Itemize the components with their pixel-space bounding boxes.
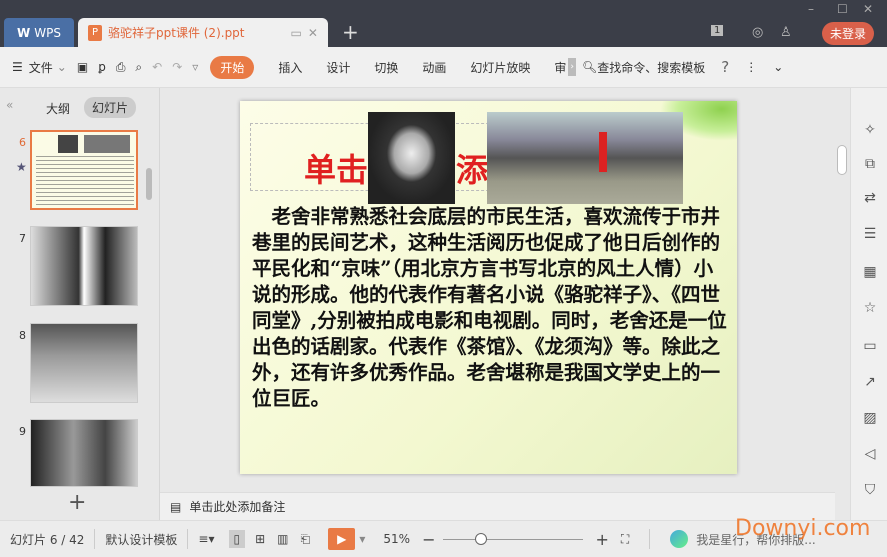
slide-body-text[interactable]: 老舍非常熟悉社会底层的市民生活，喜欢流传于市井巷里的民间艺术，这种生活阅历也促成… bbox=[252, 204, 730, 412]
search-icon[interactable]: 🔍︎ bbox=[582, 60, 597, 74]
notes-bar[interactable]: ▤ 单击此处添加备注 bbox=[160, 492, 835, 520]
normal-view-icon[interactable]: ▯ bbox=[228, 530, 246, 548]
tab-start[interactable]: 开始 bbox=[210, 55, 255, 79]
animation-star-icon: ★ bbox=[16, 160, 27, 174]
audio-icon[interactable]: ◁ bbox=[861, 446, 879, 464]
wps-logo-icon: W bbox=[17, 25, 31, 40]
slide-canvas[interactable]: 单击 添 老舍非常熟悉社会底层的市民生活，喜欢流传于市井巷里的民间艺术，这种生活… bbox=[240, 101, 737, 474]
sorter-view-icon[interactable]: ⊞ bbox=[255, 532, 265, 546]
scroll-tabs-right[interactable]: › bbox=[568, 58, 577, 76]
undo-icon[interactable]: ↶ bbox=[152, 60, 162, 74]
slide-thumbnail-8[interactable] bbox=[30, 323, 138, 403]
close-tab-icon[interactable]: ✕ bbox=[308, 26, 318, 40]
slide-thumbnail-7[interactable] bbox=[30, 226, 138, 306]
slide-panel: « 大纲 幻灯片 6 ★ 7 8 9 + bbox=[0, 88, 160, 520]
slide-number: 8 bbox=[19, 329, 26, 342]
print-icon[interactable]: ⎙ bbox=[116, 60, 126, 75]
search-command[interactable]: 查找命令、搜索模板 bbox=[597, 59, 705, 76]
file-menu[interactable]: 文件 bbox=[29, 59, 53, 76]
minimize-icon[interactable]: – bbox=[808, 2, 814, 16]
slide-counter: 幻灯片 6 / 42 bbox=[10, 532, 85, 547]
wps-home-tab[interactable]: W WPS bbox=[4, 18, 74, 47]
print-preview-icon[interactable]: ⌕ bbox=[135, 60, 142, 75]
tab-insert[interactable]: 插入 bbox=[278, 59, 302, 76]
menu-icon[interactable]: ☰ bbox=[12, 60, 23, 74]
watermark: Downyi.com bbox=[735, 516, 871, 541]
title-bar: W WPS P 骆驼祥子ppt课件 (2).ppt ▭ ✕ + – ☐ ✕ 1 ◎ ♙ … bbox=[0, 0, 887, 47]
ribbon-toolbar: ☰ 文件 ⌄ ▣ ꝑ ⎙ ⌕ ↶ ↷ ▿ 开始 插入 设计 切换 动画 幻灯片放… bbox=[0, 47, 887, 88]
document-tab-title: 骆驼祥子ppt课件 (2).ppt bbox=[108, 26, 245, 40]
share-icon[interactable]: ↗ bbox=[861, 374, 879, 392]
maximize-icon[interactable]: ☐ bbox=[837, 2, 848, 16]
format-painter-icon[interactable]: ꝑ bbox=[98, 60, 106, 74]
collapse-panel-icon[interactable]: « bbox=[6, 98, 13, 112]
slide-number: 9 bbox=[19, 425, 26, 438]
zoom-out-button[interactable]: − bbox=[422, 530, 435, 549]
fit-window-icon[interactable]: ⛶ bbox=[621, 532, 629, 547]
portrait-photo[interactable] bbox=[368, 112, 455, 204]
image-icon[interactable]: ▨ bbox=[861, 410, 879, 428]
tab-animation[interactable]: 动画 bbox=[422, 59, 446, 76]
chevron-down-icon[interactable]: ⌄ bbox=[57, 60, 67, 74]
shield-icon[interactable]: ⛉ bbox=[861, 482, 879, 500]
more-options-icon[interactable]: ⋮ bbox=[745, 60, 757, 74]
notes-toggle-icon[interactable]: ≡▾ bbox=[198, 532, 214, 546]
slide-title-right: 添 bbox=[456, 151, 489, 189]
skin-icon[interactable]: ◎ bbox=[752, 25, 763, 40]
more-icon[interactable]: ▿ bbox=[192, 60, 198, 74]
template-icon[interactable]: ▦ bbox=[861, 264, 879, 282]
canvas-scrollbar[interactable] bbox=[837, 145, 847, 175]
reading-view-icon[interactable]: ▥ bbox=[277, 532, 288, 546]
redo-icon[interactable]: ↷ bbox=[172, 60, 182, 74]
slide-thumbnail-6[interactable] bbox=[30, 130, 138, 210]
settings-sliders-icon[interactable]: ☰ bbox=[861, 226, 879, 244]
tab-design[interactable]: 设计 bbox=[326, 59, 350, 76]
transition-icon[interactable]: ⇄ bbox=[861, 190, 879, 208]
courtyard-photo[interactable] bbox=[487, 112, 683, 204]
zoom-level[interactable]: 51% bbox=[383, 532, 410, 546]
add-slide-button[interactable]: + bbox=[68, 490, 86, 515]
slide-title-left: 单击 bbox=[304, 151, 369, 189]
help-icon[interactable]: ? bbox=[721, 58, 729, 76]
star-icon[interactable]: ☆ bbox=[861, 300, 879, 318]
collapse-ribbon-icon[interactable]: ⌄ bbox=[773, 60, 783, 74]
present-icon[interactable]: ⎗ bbox=[301, 532, 311, 547]
zoom-slider-knob[interactable] bbox=[475, 533, 488, 545]
slide-number: 7 bbox=[19, 232, 26, 245]
animation-icon[interactable]: ✧ bbox=[861, 122, 879, 140]
archive-icon[interactable]: ▭ bbox=[861, 338, 879, 356]
tab-slides[interactable]: 幻灯片 bbox=[84, 97, 137, 118]
tab-slideshow[interactable]: 幻灯片放映 bbox=[470, 59, 530, 76]
notes-placeholder[interactable]: 单击此处添加备注 bbox=[189, 498, 285, 515]
tab-outline[interactable]: 大纲 bbox=[46, 100, 70, 117]
window-count-badge[interactable]: 1 bbox=[711, 25, 724, 36]
play-options-icon[interactable]: ▾ bbox=[359, 532, 365, 546]
new-tab-button[interactable]: + bbox=[342, 20, 359, 44]
document-tab[interactable]: P 骆驼祥子ppt课件 (2).ppt ▭ ✕ bbox=[78, 18, 328, 47]
close-window-icon[interactable]: ✕ bbox=[863, 2, 873, 16]
play-slideshow-button[interactable]: ▶ bbox=[328, 528, 356, 550]
slide-number: 6 bbox=[19, 136, 26, 149]
tab-transition[interactable]: 切换 bbox=[374, 59, 398, 76]
design-template[interactable]: 默认设计模板 bbox=[105, 531, 177, 548]
assistant-orb-icon[interactable] bbox=[670, 530, 689, 548]
notes-icon: ▤ bbox=[170, 499, 182, 514]
slide-thumbnail-9[interactable] bbox=[30, 419, 138, 487]
copy-icon[interactable]: ⧉ bbox=[861, 156, 879, 174]
tab-review[interactable]: 审 bbox=[554, 59, 566, 76]
pin-icon[interactable]: ▭ bbox=[291, 26, 302, 40]
panel-scrollbar[interactable] bbox=[146, 168, 152, 200]
save-icon[interactable]: ▣ bbox=[77, 60, 88, 74]
zoom-in-button[interactable]: + bbox=[595, 530, 608, 549]
login-button[interactable]: 未登录 bbox=[822, 22, 875, 45]
shirt-icon[interactable]: ♙ bbox=[780, 25, 792, 40]
right-sidebar: ✧ ⧉ ⇄ ☰ ▦ ☆ ▭ ↗ ▨ ◁ ⛉ bbox=[850, 88, 887, 520]
zoom-slider[interactable] bbox=[443, 533, 584, 545]
ppt-file-icon: P bbox=[88, 24, 102, 41]
